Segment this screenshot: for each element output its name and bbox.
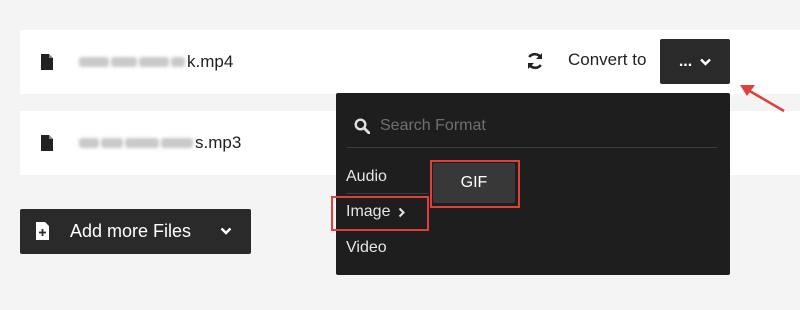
file-icon xyxy=(41,135,53,151)
category-video[interactable]: Video xyxy=(346,239,387,257)
category-image-label: Image xyxy=(346,203,391,220)
format-select-value: ... xyxy=(678,52,693,70)
format-option-gif[interactable]: GIF xyxy=(433,163,515,203)
redacted-text xyxy=(139,57,169,67)
file-row: k.mp4 Convert to ... xyxy=(20,30,800,94)
search-format-input[interactable] xyxy=(380,112,710,140)
redacted-text xyxy=(125,138,159,148)
file-icon xyxy=(41,54,53,70)
chevron-down-icon xyxy=(700,58,712,66)
category-image[interactable]: Image xyxy=(346,203,406,221)
category-audio[interactable]: Audio xyxy=(346,168,387,186)
redacted-text xyxy=(79,57,109,67)
format-dropdown: Audio Image Video GIF xyxy=(336,93,730,275)
file-name: s.mp3 xyxy=(79,133,241,153)
file-name-text: s.mp3 xyxy=(195,133,242,152)
divider xyxy=(346,193,428,194)
refresh-icon[interactable] xyxy=(526,52,544,70)
chevron-right-icon xyxy=(399,207,406,217)
redacted-text xyxy=(161,138,193,148)
file-name-text: k.mp4 xyxy=(187,52,234,71)
add-more-files-button[interactable]: Add more Files xyxy=(20,209,251,254)
add-file-icon xyxy=(36,222,49,240)
add-more-files-label: Add more Files xyxy=(70,221,192,241)
search-icon xyxy=(354,118,370,134)
redacted-text xyxy=(171,57,185,67)
redacted-text xyxy=(101,138,123,148)
chevron-down-icon xyxy=(220,227,232,235)
divider xyxy=(346,147,718,148)
convert-to-label: Convert to xyxy=(568,50,647,69)
redacted-text xyxy=(79,138,99,148)
redacted-text xyxy=(111,57,137,67)
file-name: k.mp4 xyxy=(79,52,233,72)
format-select-button[interactable]: ... xyxy=(660,39,730,84)
annotation-arrow xyxy=(740,85,785,113)
